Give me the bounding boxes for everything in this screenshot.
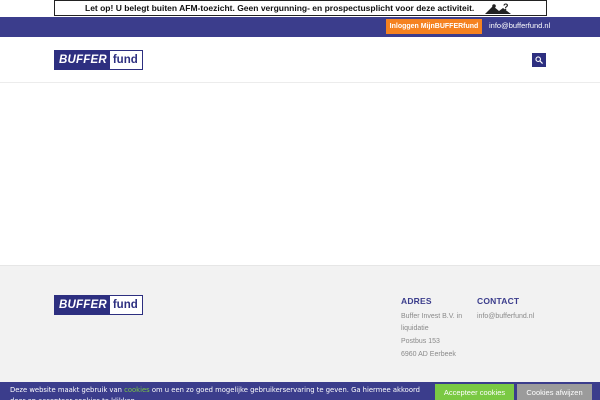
address-heading: ADRES: [401, 296, 432, 306]
address-line: 6960 AD Eerbeek: [401, 351, 456, 358]
decline-cookies-button[interactable]: Cookies afwijzen: [517, 384, 592, 400]
afm-warning-banner: Let op! U belegt buiten AFM-toezicht. Ge…: [54, 0, 547, 16]
footer-logo[interactable]: BUFFER fund: [54, 295, 143, 315]
login-button[interactable]: Inloggen MijnBUFFERfund: [386, 19, 482, 34]
search-icon: [535, 56, 543, 64]
warning-person-icon: ?: [485, 2, 511, 14]
logo-fund-text: fund: [109, 296, 142, 314]
topbar-email-link[interactable]: info@bufferfund.nl: [489, 21, 550, 30]
svg-text:?: ?: [503, 2, 509, 12]
logo-buffer-text: BUFFER: [55, 296, 110, 314]
afm-warning-text: Let op! U belegt buiten AFM-toezicht. Ge…: [85, 3, 475, 13]
site-logo[interactable]: BUFFER fund: [54, 50, 143, 70]
accept-cookies-button[interactable]: Accepteer cookies: [435, 384, 514, 400]
address-line: liquidatie: [401, 325, 429, 332]
search-button[interactable]: [532, 53, 546, 67]
cookie-message: Deze website maakt gebruik van cookies o…: [10, 385, 430, 400]
contact-heading: CONTACT: [477, 296, 520, 306]
afm-warning-strip: Let op! U belegt buiten AFM-toezicht. Ge…: [0, 0, 600, 17]
cookie-consent-bar: Deze website maakt gebruik van cookies o…: [0, 382, 600, 400]
site-header: BUFFER fund: [0, 37, 600, 83]
top-bar: Inloggen MijnBUFFERfund info@bufferfund.…: [0, 17, 600, 37]
site-footer: BUFFER fund ADRES Buffer Invest B.V. in …: [0, 265, 600, 400]
contact-email-link[interactable]: info@bufferfund.nl: [477, 311, 534, 323]
cookie-link[interactable]: cookies: [124, 386, 150, 394]
address-line: Postbus 153: [401, 338, 440, 345]
logo-fund-text: fund: [109, 51, 142, 69]
address-line: Buffer Invest B.V. in: [401, 313, 463, 320]
logo-buffer-text: BUFFER: [55, 51, 110, 69]
cookie-text-before: Deze website maakt gebruik van: [10, 386, 125, 394]
